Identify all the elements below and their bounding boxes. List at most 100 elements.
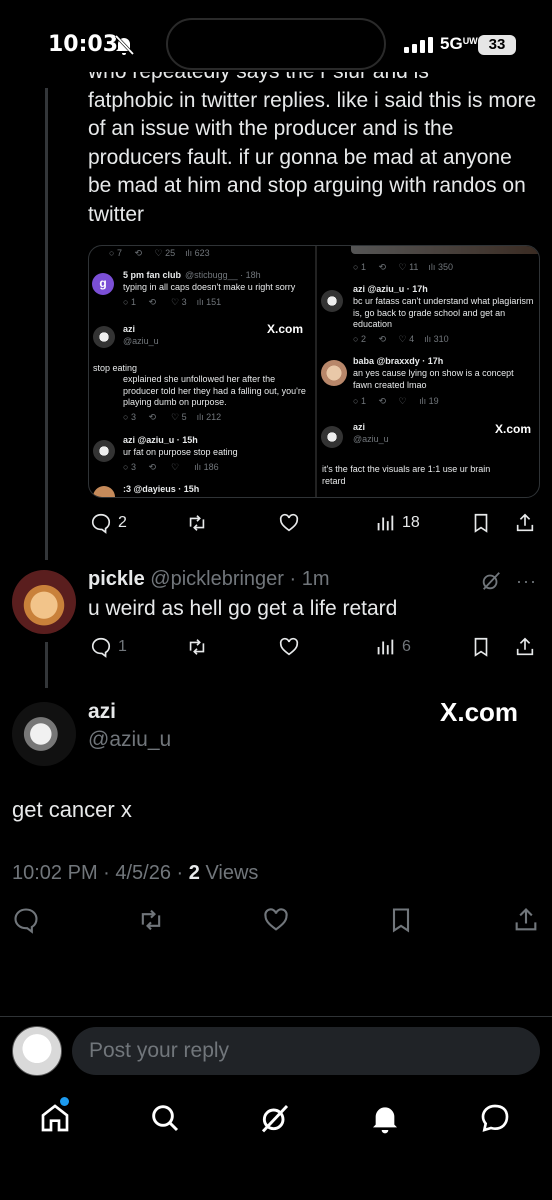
baba-header: baba @braxxdy · 17h	[353, 356, 444, 366]
tweet-meta: 10:02 PM · 4/5/26 · 2 Views	[12, 862, 258, 885]
reply-icon	[91, 637, 111, 658]
share-icon	[516, 637, 534, 656]
mini-views: 151	[206, 297, 222, 307]
mini-action-row: ○ 7 ⟲ ♡ 25 ılı 623	[109, 248, 210, 258]
more-options-icon[interactable]: ···	[516, 571, 537, 592]
mini-views: 186	[203, 462, 219, 472]
mini-views: 623	[194, 248, 210, 258]
baba-avatar	[321, 360, 347, 386]
bookmark-button[interactable]	[470, 633, 492, 661]
notification-dot	[60, 1097, 69, 1106]
reply-button[interactable]: 2	[90, 509, 127, 537]
reply-input[interactable]	[72, 1027, 540, 1075]
reply-icon[interactable]	[12, 906, 40, 934]
repost-icon[interactable]	[137, 906, 165, 934]
right-azi-handle: @aziu_u	[353, 434, 389, 444]
tweet-image-attachment[interactable]: ○ 7 ⟲ ♡ 25 ılı 623 g 5 pm fan club @stic…	[88, 245, 540, 498]
messages-icon[interactable]	[479, 1102, 511, 1134]
reply-author-handle[interactable]: @picklebringer · 1m	[150, 568, 329, 590]
xcom-label: X.com	[267, 322, 304, 336]
like-button[interactable]	[278, 509, 300, 537]
reply-action-bar: 1 6	[88, 633, 540, 661]
network-type: 5G	[440, 34, 463, 53]
explained-text: explained she unfollowed her after the p…	[123, 374, 306, 407]
repost-button[interactable]	[186, 509, 208, 537]
azi-mini-avatar	[321, 426, 343, 448]
author-name[interactable]: azi	[88, 700, 116, 724]
stop-eating-text: stop eating	[93, 363, 138, 373]
mini-replies: 1	[360, 396, 366, 406]
reply-button[interactable]: 1	[90, 633, 127, 661]
like-button[interactable]	[278, 633, 300, 661]
mini-likes: 25	[165, 248, 176, 258]
mini-likes: 4	[409, 334, 415, 344]
views-icon	[377, 515, 394, 531]
status-time: 10:03	[48, 32, 119, 57]
dayieus-header: :3 @dayieus · 15h	[123, 484, 200, 494]
main-action-bar	[0, 906, 552, 938]
mini-action-row: ○ 2 ⟲ ♡ 4 ılı 310	[353, 334, 449, 344]
reply-icon	[91, 513, 111, 534]
right-azi-header: azi @aziu_u · 17h	[353, 284, 428, 294]
views-icon	[377, 639, 394, 655]
fanclub-name: 5 pm fan club	[123, 270, 182, 280]
repost-icon	[189, 515, 205, 531]
heart-icon[interactable]	[262, 906, 290, 934]
grok-icon[interactable]	[259, 1102, 291, 1134]
azi-mini-avatar	[93, 326, 115, 348]
home-indicator-area	[0, 1160, 552, 1200]
avatar[interactable]	[12, 570, 76, 634]
views-button[interactable]: 6	[374, 633, 411, 661]
dynamic-island	[166, 18, 386, 70]
repost-icon	[189, 639, 205, 655]
xcom-label: X.com	[440, 697, 519, 727]
azi-mini-avatar	[93, 440, 115, 462]
bookmark-icon[interactable]	[387, 906, 415, 934]
reply-header: pickle @picklebringer · 1m	[88, 568, 330, 591]
main-tweet-text: get cancer x	[12, 797, 132, 822]
avatar[interactable]	[12, 702, 76, 766]
bell-off-icon	[114, 34, 135, 56]
share-button[interactable]	[514, 509, 536, 537]
right-top-image	[351, 246, 539, 254]
mini-replies: 3	[130, 462, 136, 472]
fanclub-text: typing in all caps doesn't make u right …	[123, 282, 296, 292]
reply-author-name[interactable]: pickle	[88, 568, 145, 590]
notifications-icon[interactable]	[369, 1102, 401, 1134]
mini-replies: 3	[130, 412, 136, 422]
mini-views: 19	[428, 396, 439, 406]
author-handle[interactable]: @aziu_u	[88, 728, 171, 752]
fanclub-avatar: g	[92, 273, 114, 295]
repost-button[interactable]	[186, 633, 208, 661]
views-label: Views	[199, 862, 259, 884]
grok-icon[interactable]	[480, 570, 502, 592]
share-button[interactable]	[514, 633, 536, 661]
views-count: 6	[402, 638, 411, 655]
search-icon[interactable]	[149, 1102, 181, 1134]
views-count: 18	[402, 514, 420, 531]
battery-indicator: 33	[478, 35, 516, 55]
mini-views: 212	[206, 412, 222, 422]
tweet-text-body: fatphobic in twitter replies. like i sai…	[88, 88, 537, 226]
mini-action-row: ○ 1 ⟲ ♡ 11 ılı 350	[353, 262, 453, 272]
mini-views: 310	[433, 334, 449, 344]
azi2-header: azi @aziu_u · 15h	[123, 435, 198, 445]
baba-text: an yes cause lying on show is a concept …	[353, 368, 514, 390]
heart-icon	[279, 513, 299, 532]
mini-action-row: ○ 1 ⟲ ♡ ılı 19	[353, 396, 439, 406]
avatar	[12, 1026, 62, 1076]
azi-mini-avatar	[321, 290, 343, 312]
share-icon	[516, 513, 534, 532]
share-icon[interactable]	[512, 906, 540, 934]
home-icon[interactable]	[39, 1102, 71, 1134]
right-azi-name: azi	[353, 422, 366, 432]
mini-replies: 1	[130, 297, 136, 307]
thread-line-bottom	[45, 642, 48, 688]
tweet-text-cutoff: who repeatedly says the r slur and is	[88, 72, 538, 87]
xcom-label: X.com	[495, 422, 532, 436]
bookmark-button[interactable]	[470, 509, 492, 537]
mini-replies: 2	[360, 334, 366, 344]
azi-mini-handle: @aziu_u	[123, 336, 159, 346]
views-button[interactable]: 18	[374, 509, 420, 537]
tweet-timestamp[interactable]: 10:02 PM · 4/5/26 ·	[12, 862, 189, 884]
